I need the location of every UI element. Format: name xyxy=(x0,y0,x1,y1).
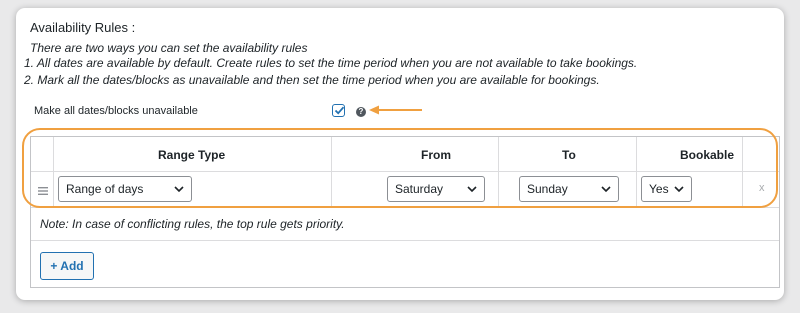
chevron-down-icon xyxy=(174,186,184,193)
header-divider xyxy=(31,171,779,172)
header-from: From xyxy=(421,148,451,162)
header-range-type: Range Type xyxy=(158,148,226,162)
range-type-value: Range of days xyxy=(66,182,144,196)
checkmark-icon xyxy=(334,106,345,115)
drag-handle-icon[interactable] xyxy=(38,187,48,195)
to-day-select[interactable]: Sunday xyxy=(519,176,619,202)
section-title: Availability Rules : xyxy=(30,20,136,35)
add-rule-button[interactable]: + Add xyxy=(40,252,94,280)
bookable-select[interactable]: Yes xyxy=(641,176,692,202)
column-divider xyxy=(331,137,332,207)
column-divider xyxy=(636,137,637,207)
rule-one-text: 1. All dates are available by default. C… xyxy=(24,56,638,70)
arrow-left-icon xyxy=(369,105,422,115)
availability-rules-table: Range Type From To Bookable Range of day… xyxy=(30,136,780,288)
intro-text: There are two ways you can set the avail… xyxy=(30,41,308,55)
note-divider xyxy=(31,240,779,241)
chevron-down-icon xyxy=(467,186,477,193)
chevron-down-icon xyxy=(674,186,684,193)
rule-two-text: 2. Mark all the dates/blocks as unavaila… xyxy=(24,73,600,87)
make-unavailable-label: Make all dates/blocks unavailable xyxy=(34,105,198,117)
from-day-select[interactable]: Saturday xyxy=(387,176,485,202)
chevron-down-icon xyxy=(601,186,611,193)
column-divider xyxy=(53,137,54,207)
column-divider xyxy=(742,137,743,207)
to-day-value: Sunday xyxy=(527,182,568,196)
priority-note: Note: In case of conflicting rules, the … xyxy=(40,217,345,231)
header-to: To xyxy=(562,148,576,162)
header-bookable: Bookable xyxy=(680,148,735,162)
make-unavailable-checkbox[interactable] xyxy=(332,104,345,117)
remove-row-button[interactable]: x xyxy=(759,182,765,194)
column-divider xyxy=(498,137,499,207)
from-day-value: Saturday xyxy=(395,182,444,196)
bookable-value: Yes xyxy=(649,182,669,196)
range-type-select[interactable]: Range of days xyxy=(58,176,192,202)
row-divider xyxy=(31,207,779,208)
question-circle-icon[interactable]: ? xyxy=(356,107,366,117)
